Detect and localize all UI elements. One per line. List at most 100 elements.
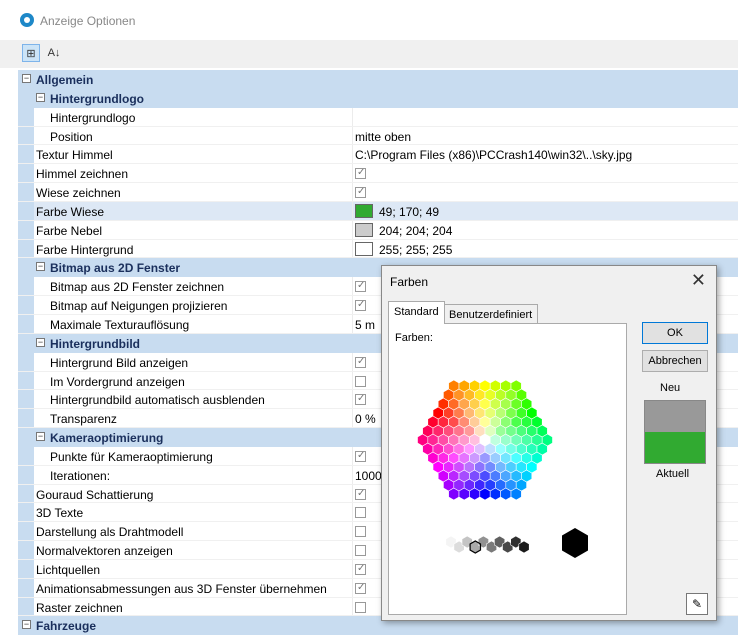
alphabetical-sort-button[interactable]: A↓ — [45, 44, 63, 62]
row-gutter — [18, 578, 34, 597]
checkbox[interactable] — [355, 393, 366, 406]
property-value[interactable] — [352, 164, 738, 183]
property-row[interactable]: Farbe Hintergrund 255; 255; 255 — [18, 239, 738, 259]
checkbox[interactable] — [355, 545, 366, 557]
property-label: Transparenz — [50, 412, 117, 427]
checkbox[interactable] — [355, 450, 366, 462]
property-label: Hintergrundlogo — [50, 91, 144, 106]
property-value[interactable]: C:\Program Files (x86)\PCCrash140\win32\… — [352, 145, 738, 164]
property-value[interactable]: mitte oben — [352, 126, 738, 145]
cancel-button[interactable]: Abbrechen — [642, 350, 708, 372]
checkbox[interactable] — [355, 356, 366, 368]
new-color-swatch — [645, 401, 705, 432]
row-gutter — [18, 277, 34, 296]
checkbox[interactable] — [355, 167, 366, 180]
row-gutter — [18, 239, 34, 258]
row-gutter — [18, 465, 34, 484]
row-gutter — [18, 258, 34, 277]
row-gutter — [18, 409, 34, 428]
property-row[interactable]: Farbe Nebel 204; 204; 204 — [18, 220, 738, 240]
row-gutter — [18, 183, 34, 201]
tab-panel: Farben: — [388, 323, 627, 615]
checkbox[interactable] — [355, 526, 366, 538]
property-label: Normalvektoren anzeigen — [36, 544, 173, 559]
checkbox[interactable] — [355, 563, 366, 575]
property-value[interactable] — [352, 183, 738, 201]
close-icon[interactable]: ✕ — [691, 270, 706, 291]
property-value[interactable]: 49; 170; 49 — [352, 201, 738, 220]
collapse-icon[interactable]: − — [36, 337, 45, 347]
row-gutter — [18, 446, 34, 465]
color-value-text: 204; 204; 204 — [379, 223, 453, 238]
property-label: Hintergrundlogo — [50, 110, 136, 125]
checkbox[interactable] — [355, 582, 366, 594]
property-label: Wiese zeichnen — [36, 186, 121, 201]
row-gutter — [18, 145, 34, 164]
property-row[interactable]: Hintergrundlogo — [18, 107, 738, 127]
checkbox[interactable] — [355, 601, 366, 613]
collapse-icon[interactable]: − — [22, 620, 31, 630]
category-row[interactable]: − Hintergrundlogo — [18, 88, 738, 108]
eyedropper-icon[interactable]: ✎ — [686, 593, 708, 615]
row-gutter — [18, 296, 34, 314]
row-gutter — [18, 522, 34, 541]
new-color-label: Neu — [660, 382, 681, 394]
property-label: Gouraud Schattierung — [36, 487, 154, 502]
property-label: Im Vordergrund anzeigen — [50, 374, 185, 389]
property-row[interactable]: Farbe Wiese 49; 170; 49 — [18, 201, 738, 221]
ok-button[interactable]: OK — [642, 322, 708, 344]
property-label: Fahrzeuge — [36, 619, 97, 634]
color-swatch[interactable] — [355, 203, 373, 218]
color-cell[interactable] — [541, 433, 553, 447]
checkbox[interactable] — [355, 280, 366, 293]
checkbox[interactable] — [355, 299, 366, 312]
value-text: C:\Program Files (x86)\PCCrash140\win32\… — [355, 148, 633, 163]
row-gutter — [18, 597, 34, 616]
property-label: Farbe Hintergrund — [36, 242, 134, 257]
collapse-icon[interactable]: − — [36, 92, 45, 102]
checkbox[interactable] — [355, 488, 366, 500]
property-value[interactable]: 255; 255; 255 — [352, 239, 738, 258]
collapse-icon[interactable]: − — [36, 432, 45, 442]
property-row[interactable]: Textur Himmel C:\Program Files (x86)\PCCr… — [18, 145, 738, 165]
gray-cell[interactable] — [518, 540, 530, 554]
checkbox[interactable] — [355, 186, 366, 199]
checkbox[interactable] — [355, 375, 366, 387]
title-bar: Anzeige Optionen — [0, 0, 738, 40]
property-label: Lichtquellen — [36, 562, 101, 577]
property-row[interactable]: Wiese zeichnen — [18, 183, 738, 202]
value-text: 5 m — [355, 317, 376, 332]
row-gutter — [18, 484, 34, 503]
property-label: Bitmap aus 2D Fenster — [50, 261, 181, 276]
row-gutter — [18, 428, 34, 446]
property-label: Allgemein — [36, 73, 94, 87]
property-label: Position — [50, 129, 93, 144]
collapse-icon[interactable]: − — [22, 74, 31, 83]
row-gutter — [18, 541, 34, 559]
categorized-view-button[interactable]: ⊞ — [22, 44, 40, 62]
property-row[interactable]: Himmel zeichnen — [18, 164, 738, 184]
row-gutter — [18, 352, 34, 371]
color-dialog: Farben ✕ Benutzerdefiniert Standard Farb… — [381, 265, 717, 621]
color-hexagon-palette[interactable] — [389, 324, 626, 614]
property-label: Punkte für Kameraoptimierung — [50, 449, 213, 464]
tab-benutzerdefiniert[interactable]: Benutzerdefiniert — [443, 304, 539, 324]
property-value[interactable] — [352, 107, 738, 126]
tab-standard[interactable]: Standard — [388, 301, 445, 324]
black-cell[interactable] — [562, 528, 588, 558]
color-swatch[interactable] — [355, 222, 373, 237]
current-color-label: Aktuell — [656, 468, 690, 480]
checkbox[interactable] — [355, 507, 366, 519]
property-label: Animationsabmessungen aus 3D Fenster übe… — [36, 581, 327, 596]
row-gutter — [18, 371, 34, 390]
category-row[interactable]: − Allgemein — [18, 70, 738, 89]
property-row[interactable]: Position mitte oben — [18, 126, 738, 146]
current-color-swatch — [645, 432, 705, 463]
color-value-text: 255; 255; 255 — [379, 242, 453, 257]
collapse-icon[interactable]: − — [36, 262, 45, 272]
row-gutter — [18, 559, 34, 578]
row-gutter — [18, 390, 34, 409]
row-gutter — [18, 220, 34, 239]
property-value[interactable]: 204; 204; 204 — [352, 220, 738, 239]
color-swatch[interactable] — [355, 241, 373, 256]
